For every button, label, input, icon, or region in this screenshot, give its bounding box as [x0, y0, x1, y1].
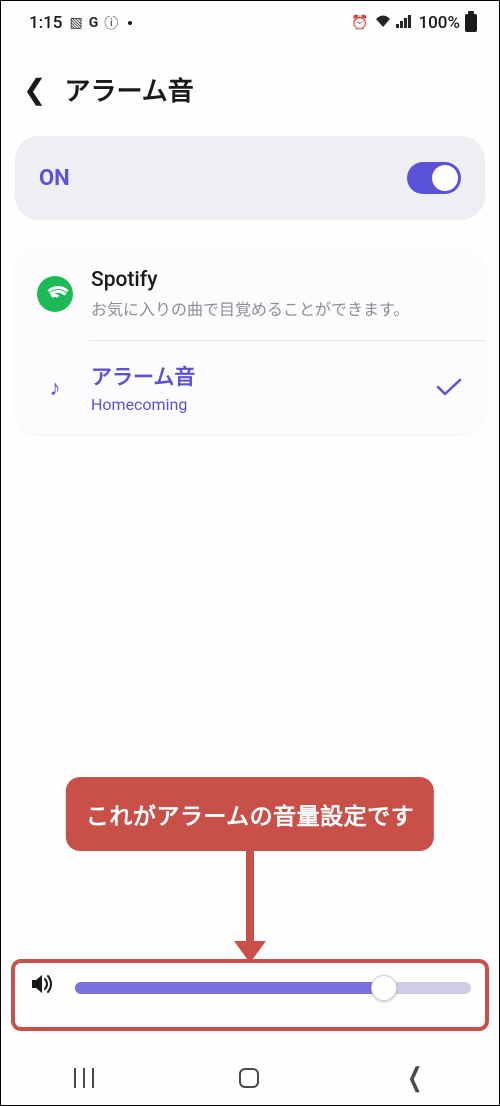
- on-label: ON: [39, 166, 70, 191]
- nav-home-button[interactable]: [239, 1068, 259, 1088]
- signal-icon: [396, 14, 412, 32]
- back-button[interactable]: ❮: [23, 76, 46, 104]
- android-nav-bar: ❮: [1, 1051, 499, 1105]
- master-toggle-card[interactable]: ON: [15, 136, 485, 220]
- volume-slider[interactable]: [75, 976, 471, 1000]
- volume-row: [29, 971, 471, 1004]
- google-icon: G: [89, 15, 99, 31]
- nav-recents-button[interactable]: [74, 1068, 94, 1088]
- status-time: 1:15: [29, 13, 62, 33]
- header: ❮ アラーム音: [1, 43, 499, 136]
- page-title: アラーム音: [64, 71, 193, 108]
- battery-icon: [465, 14, 477, 32]
- selected-checkmark-icon: [435, 371, 463, 404]
- option-alarm-sound[interactable]: ♪ アラーム音 Homecoming: [15, 341, 485, 434]
- music-note-icon: ♪: [50, 375, 61, 401]
- status-right: ⏰ 100%: [351, 13, 477, 33]
- status-left: 1:15 ▧ G ⓘ: [29, 13, 132, 33]
- spotify-icon: [37, 276, 73, 312]
- status-indicator-icons: ▧ G ⓘ: [69, 13, 132, 33]
- spotify-title: Spotify: [91, 268, 463, 292]
- on-toggle-switch[interactable]: [407, 162, 461, 194]
- annotation-callout: これがアラームの音量設定です: [66, 777, 434, 851]
- sound-options-card: Spotify お気に入りの曲で目覚めることができます。 ♪ アラーム音 Hom…: [15, 248, 485, 434]
- slider-thumb[interactable]: [371, 975, 397, 1001]
- alarm-icon: ⏰: [351, 15, 368, 31]
- status-bar: 1:15 ▧ G ⓘ ⏰ 100%: [1, 1, 499, 43]
- volume-icon: [29, 971, 55, 1004]
- option-spotify[interactable]: Spotify お気に入りの曲で目覚めることができます。: [15, 248, 485, 340]
- info-icon: ⓘ: [104, 13, 118, 33]
- more-notifications-dot: [128, 21, 132, 25]
- spotify-subtitle: お気に入りの曲で目覚めることができます。: [91, 296, 463, 320]
- alarm-sound-subtitle: Homecoming: [91, 395, 417, 414]
- alarm-sound-title: アラーム音: [91, 361, 417, 391]
- annotation-arrow: [234, 851, 266, 963]
- toggle-knob: [432, 165, 458, 191]
- annotation-text: これがアラームの音量設定です: [86, 803, 414, 830]
- slider-fill: [75, 982, 384, 994]
- nav-back-button[interactable]: ❮: [408, 1063, 423, 1093]
- gallery-icon: ▧: [69, 15, 82, 31]
- wifi-icon: [374, 14, 392, 32]
- battery-text: 100%: [418, 13, 460, 33]
